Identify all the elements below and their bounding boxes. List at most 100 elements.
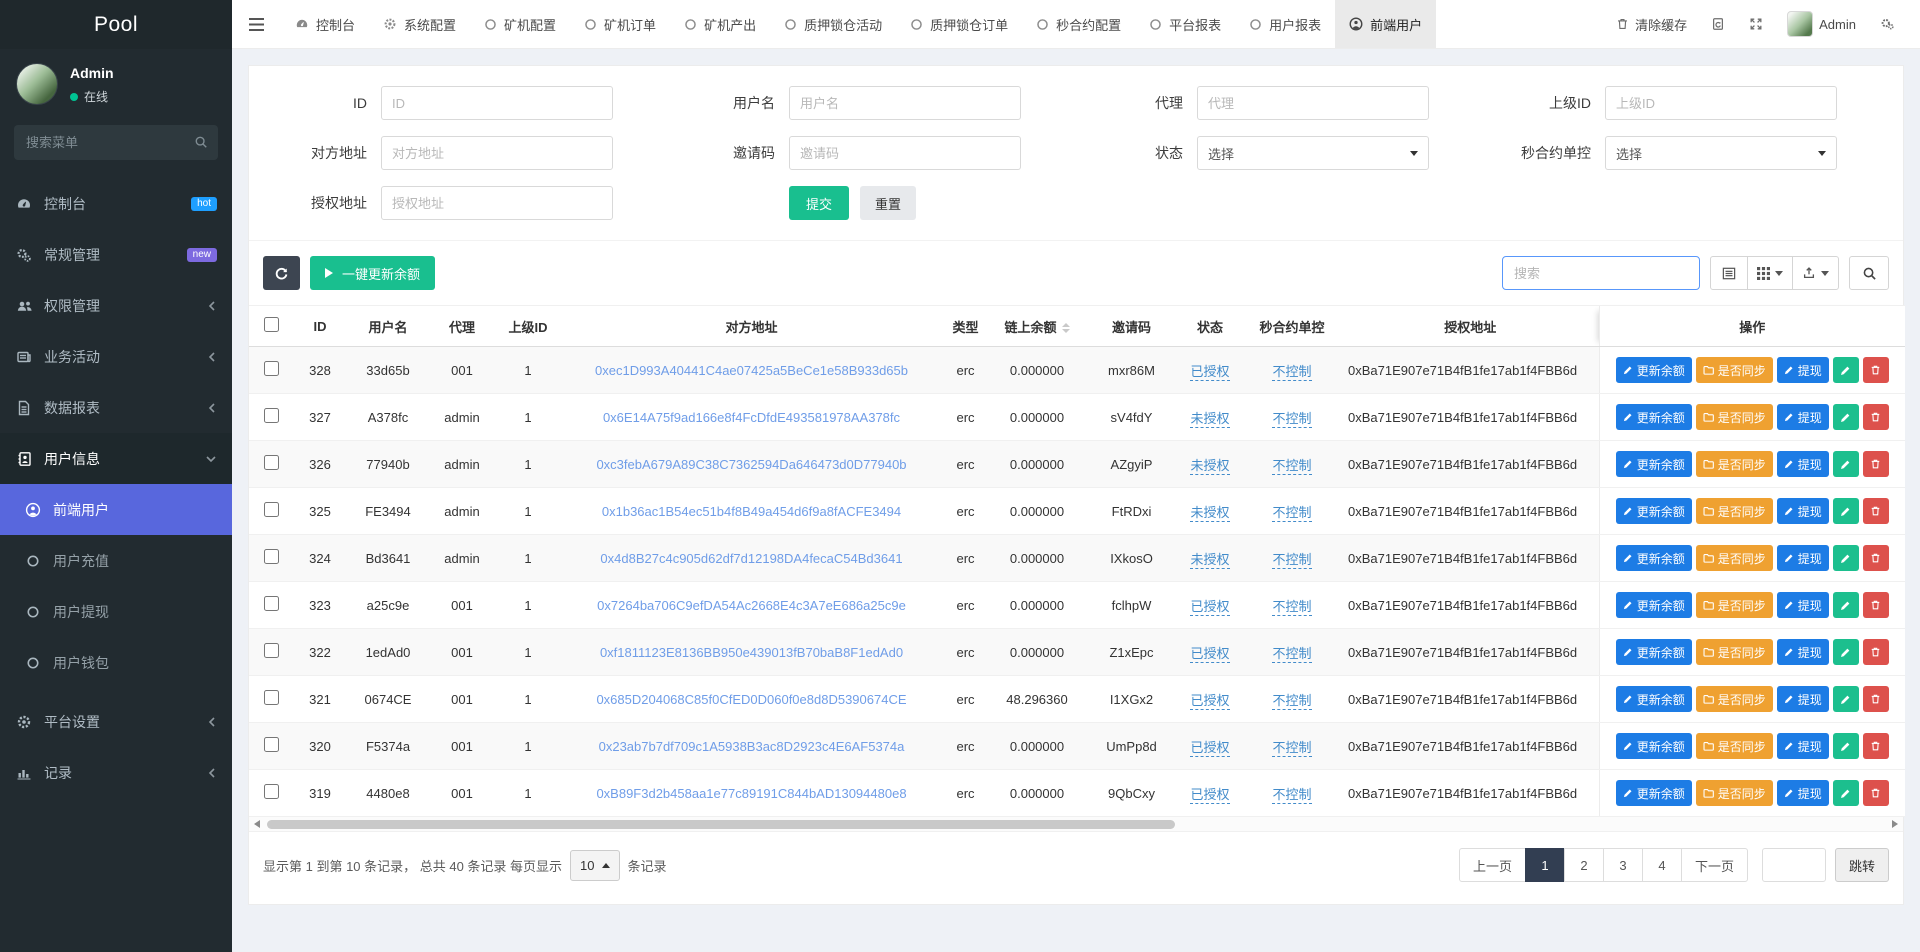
delete-button[interactable] <box>1863 451 1889 477</box>
control-link[interactable]: 不控制 <box>1272 411 1311 428</box>
control-link[interactable]: 不控制 <box>1272 740 1311 757</box>
jump-page-input[interactable] <box>1762 848 1826 882</box>
sidebar-item-user-withdraw[interactable]: 用户提现 <box>0 586 232 637</box>
sidebar-item-permissions[interactable]: 权限管理 <box>0 280 232 331</box>
status-link[interactable]: 未授权 <box>1190 458 1229 475</box>
sync-button[interactable]: 是否同步 <box>1696 639 1773 665</box>
address-link[interactable]: 0x4d8B27c4c905d62df7d12198DA4fecaC54Bd36… <box>600 551 902 566</box>
columns-button[interactable] <box>1747 256 1793 290</box>
sidebar-item-user-wallet[interactable]: 用户钱包 <box>0 637 232 688</box>
address-link[interactable]: 0xc3febA679A89C38C7362594Da646473d0D7794… <box>596 457 906 472</box>
status-link[interactable]: 未授权 <box>1190 505 1229 522</box>
update-all-balances-button[interactable]: 一键更新余额 <box>310 256 435 290</box>
sync-button[interactable]: 是否同步 <box>1696 686 1773 712</box>
search-button[interactable] <box>1849 256 1889 290</box>
edit-button[interactable] <box>1833 545 1859 571</box>
withdraw-button[interactable]: 提现 <box>1777 498 1829 524</box>
sidebar-search-input[interactable] <box>14 125 218 160</box>
address-link[interactable]: 0x23ab7b7df709c1A5938B3ac8D2923c4E6AF537… <box>599 739 905 754</box>
row-checkbox[interactable] <box>264 408 279 423</box>
nav-item-staking-activity[interactable]: 质押锁仓活动 <box>770 0 896 48</box>
status-link[interactable]: 已授权 <box>1190 740 1229 757</box>
address-link[interactable]: 0x6E14A75f9ad166e8f4FcDfdE493581978AA378… <box>603 410 900 425</box>
col-header-agent[interactable]: 代理 <box>429 306 495 347</box>
sidebar-item-frontend-users[interactable]: 前端用户 <box>0 484 232 535</box>
refresh-button[interactable] <box>263 256 300 290</box>
delete-button[interactable] <box>1863 592 1889 618</box>
nav-item-system-config[interactable]: 系统配置 <box>369 0 470 48</box>
table-search-input[interactable] <box>1502 256 1700 290</box>
control-link[interactable]: 不控制 <box>1272 693 1311 710</box>
sync-button[interactable]: 是否同步 <box>1696 404 1773 430</box>
row-checkbox[interactable] <box>264 737 279 752</box>
refresh-page-button[interactable] <box>1700 0 1736 49</box>
status-link[interactable]: 已授权 <box>1190 693 1229 710</box>
delete-button[interactable] <box>1863 780 1889 806</box>
sync-button[interactable]: 是否同步 <box>1696 780 1773 806</box>
delete-button[interactable] <box>1863 357 1889 383</box>
row-checkbox[interactable] <box>264 596 279 611</box>
nav-item-miner-config[interactable]: 矿机配置 <box>470 0 570 48</box>
sync-button[interactable]: 是否同步 <box>1696 592 1773 618</box>
edit-button[interactable] <box>1833 404 1859 430</box>
admin-menu[interactable]: Admin <box>1776 0 1867 49</box>
nav-item-miner-output[interactable]: 矿机产出 <box>670 0 770 48</box>
row-checkbox[interactable] <box>264 784 279 799</box>
withdraw-button[interactable]: 提现 <box>1777 357 1829 383</box>
nav-item-miner-orders[interactable]: 矿机订单 <box>570 0 670 48</box>
update-balance-button[interactable]: 更新余额 <box>1616 498 1692 524</box>
nav-item-frontend-users[interactable]: 前端用户 <box>1335 0 1436 48</box>
sidebar-item-reports[interactable]: 数据报表 <box>0 382 232 433</box>
edit-button[interactable] <box>1833 780 1859 806</box>
control-link[interactable]: 不控制 <box>1272 599 1311 616</box>
nav-item-dashboard[interactable]: 控制台 <box>281 0 369 48</box>
update-balance-button[interactable]: 更新余额 <box>1616 451 1692 477</box>
page-button-上一页[interactable]: 上一页 <box>1459 848 1526 882</box>
page-size-select[interactable]: 10 <box>570 850 619 881</box>
page-button-4[interactable]: 4 <box>1642 848 1682 882</box>
nav-item-seconds-contract-config[interactable]: 秒合约配置 <box>1022 0 1135 48</box>
delete-button[interactable] <box>1863 545 1889 571</box>
sidebar-item-platform-settings[interactable]: 平台设置 <box>0 696 232 747</box>
delete-button[interactable] <box>1863 639 1889 665</box>
sidebar-item-user-deposit[interactable]: 用户充值 <box>0 535 232 586</box>
control-link[interactable]: 不控制 <box>1272 787 1311 804</box>
withdraw-button[interactable]: 提现 <box>1777 639 1829 665</box>
submit-button[interactable]: 提交 <box>789 186 849 220</box>
id-input[interactable] <box>381 86 613 120</box>
sidebar-item-business[interactable]: 业务活动 <box>0 331 232 382</box>
sidebar-item-dashboard[interactable]: 控制台 hot <box>0 178 232 229</box>
col-header-invite-code[interactable]: 邀请码 <box>1085 306 1178 347</box>
fullscreen-button[interactable] <box>1738 0 1774 49</box>
page-button-1[interactable]: 1 <box>1525 848 1565 882</box>
agent-input[interactable] <box>1197 86 1429 120</box>
withdraw-button[interactable]: 提现 <box>1777 592 1829 618</box>
withdraw-button[interactable]: 提现 <box>1777 780 1829 806</box>
edit-button[interactable] <box>1833 686 1859 712</box>
delete-button[interactable] <box>1863 686 1889 712</box>
auth-address-input[interactable] <box>381 186 613 220</box>
row-checkbox[interactable] <box>264 549 279 564</box>
status-link[interactable]: 已授权 <box>1190 364 1229 381</box>
update-balance-button[interactable]: 更新余额 <box>1616 592 1692 618</box>
sync-button[interactable]: 是否同步 <box>1696 451 1773 477</box>
hamburger-icon[interactable] <box>232 0 281 48</box>
detail-view-button[interactable] <box>1710 256 1748 290</box>
jump-button[interactable]: 跳转 <box>1835 848 1889 882</box>
export-button[interactable] <box>1792 256 1839 290</box>
row-checkbox[interactable] <box>264 502 279 517</box>
update-balance-button[interactable]: 更新余额 <box>1616 639 1692 665</box>
update-balance-button[interactable]: 更新余额 <box>1616 545 1692 571</box>
col-header-type[interactable]: 类型 <box>942 306 989 347</box>
sync-button[interactable]: 是否同步 <box>1696 357 1773 383</box>
sidebar-item-general[interactable]: 常规管理 new <box>0 229 232 280</box>
status-link[interactable]: 未授权 <box>1190 552 1229 569</box>
scroll-left-icon[interactable] <box>249 820 265 828</box>
delete-button[interactable] <box>1863 498 1889 524</box>
sync-button[interactable]: 是否同步 <box>1696 733 1773 759</box>
scroll-right-icon[interactable] <box>1887 820 1903 828</box>
status-link[interactable]: 已授权 <box>1190 787 1229 804</box>
sidebar-item-user-info[interactable]: 用户信息 <box>0 433 232 484</box>
select-all-checkbox[interactable] <box>264 317 279 332</box>
col-header-parent-id[interactable]: 上级ID <box>495 306 561 347</box>
